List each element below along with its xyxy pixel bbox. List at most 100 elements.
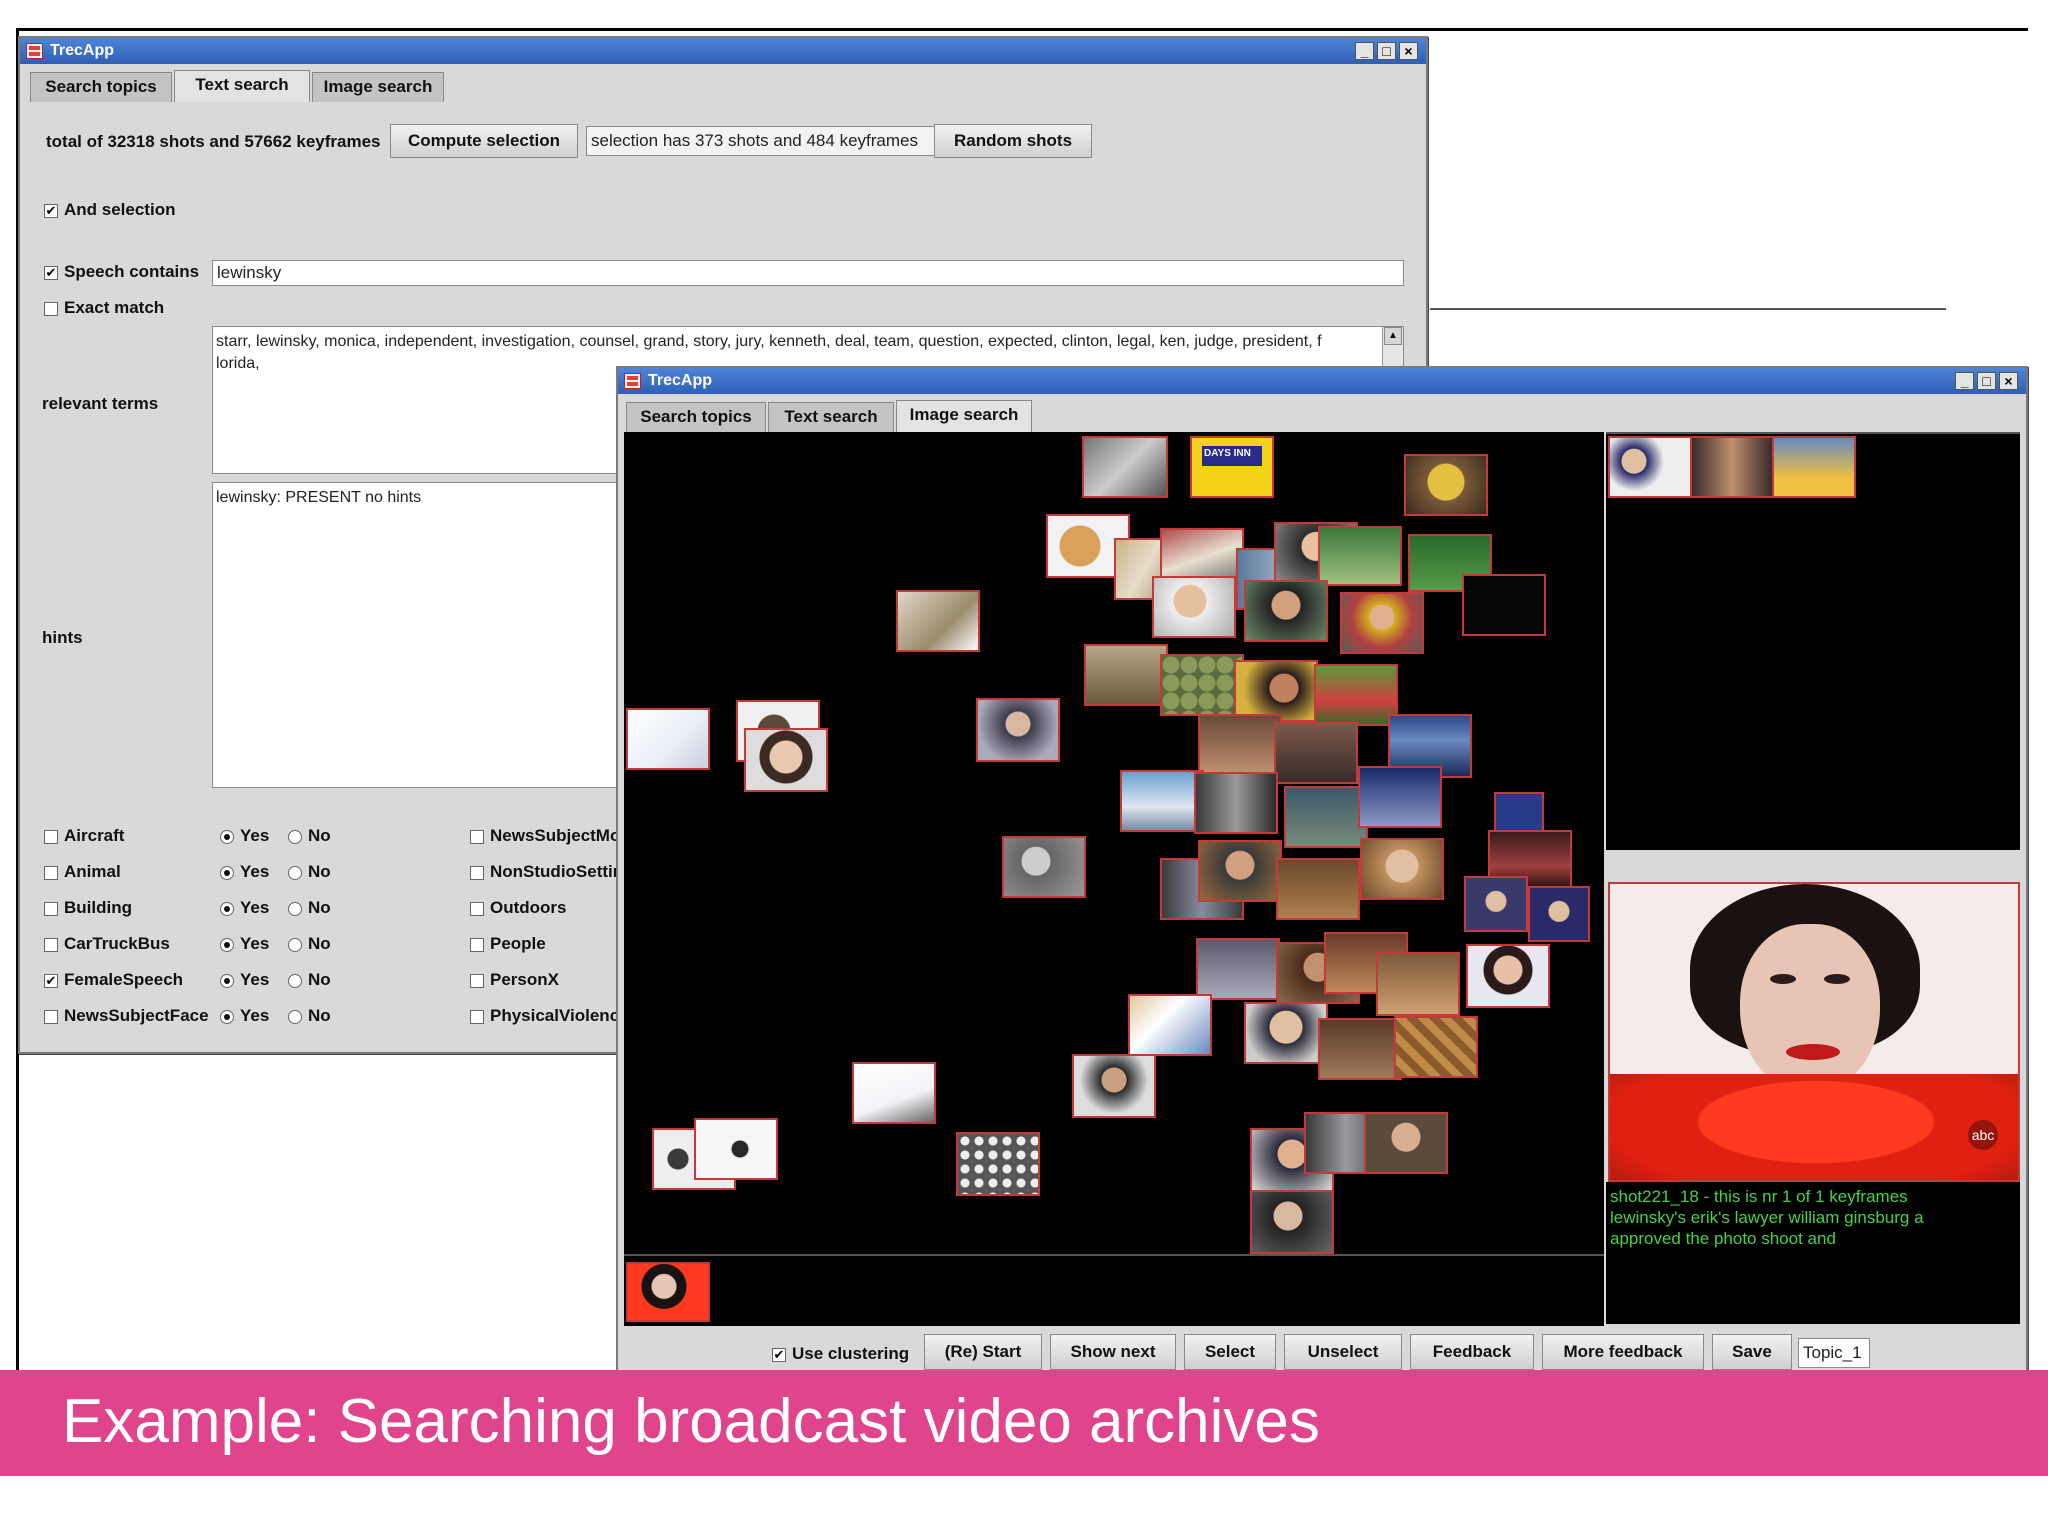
keyframe-thumbnail[interactable] <box>1462 574 1546 636</box>
keyframe-thumbnail[interactable] <box>1772 436 1856 498</box>
keyframe-thumbnail[interactable] <box>1244 580 1328 642</box>
keyframe-thumbnail[interactable] <box>1466 944 1550 1008</box>
show-next-button[interactable]: Show next <box>1050 1334 1176 1370</box>
feedback-button[interactable]: Feedback <box>1410 1334 1534 1370</box>
keyframe-thumbnail[interactable] <box>1318 526 1402 586</box>
keyframe-thumbnail[interactable] <box>1318 1018 1402 1080</box>
feature-checkbox-newssubjectface[interactable] <box>44 1010 58 1024</box>
keyframe-thumbnail[interactable] <box>1196 938 1280 1000</box>
compute-selection-button[interactable]: Compute selection <box>390 124 578 158</box>
close-icon[interactable]: × <box>1999 372 2018 390</box>
keyframe-thumbnail[interactable] <box>1084 644 1168 706</box>
tab-search-topics[interactable]: Search topics <box>626 402 766 432</box>
minimize-icon[interactable]: _ <box>1355 42 1374 60</box>
feature-checkbox-personx[interactable] <box>470 974 484 988</box>
close-icon[interactable]: × <box>1399 42 1418 60</box>
keyframe-thumbnail[interactable] <box>694 1118 778 1180</box>
feature-checkbox-building[interactable] <box>44 902 58 916</box>
restart-button[interactable]: (Re) Start <box>924 1334 1042 1370</box>
keyframe-thumbnail[interactable] <box>1284 786 1368 848</box>
keyframe-thumbnail[interactable] <box>1152 576 1236 638</box>
keyframe-thumbnail[interactable] <box>1002 836 1086 898</box>
feature-yes-radio[interactable] <box>220 1010 234 1024</box>
minimize-icon[interactable]: _ <box>1955 372 1974 390</box>
keyframe-thumbnail[interactable] <box>976 698 1060 762</box>
keyframe-thumbnail[interactable] <box>1160 654 1244 716</box>
keyframe-thumbnail[interactable] <box>1360 838 1444 900</box>
keyframe-thumbnail[interactable] <box>1274 722 1358 784</box>
keyframe-thumbnail[interactable] <box>852 1062 936 1124</box>
feature-no-radio[interactable] <box>288 830 302 844</box>
keyframe-thumbnail[interactable] <box>1358 766 1442 828</box>
feature-yes-radio[interactable] <box>220 902 234 916</box>
front-window-titlebar[interactable]: TrecApp _ □ × <box>618 368 2026 394</box>
feature-yes-radio[interactable] <box>220 866 234 880</box>
feature-checkbox-animal[interactable] <box>44 866 58 880</box>
keyframe-thumbnail[interactable] <box>1464 876 1528 932</box>
feature-no-radio[interactable] <box>288 902 302 916</box>
keyframe-thumbnail[interactable] <box>626 1262 710 1322</box>
keyframe-thumbnail[interactable] <box>1394 1016 1478 1078</box>
feature-checkbox-aircraft[interactable] <box>44 830 58 844</box>
keyframe-thumbnail[interactable] <box>1198 840 1282 902</box>
more-feedback-button[interactable]: More feedback <box>1542 1334 1704 1370</box>
feature-checkbox-physicalviolence[interactable] <box>470 1010 484 1024</box>
save-button[interactable]: Save <box>1712 1334 1792 1370</box>
feature-checkbox-cartruckbus[interactable] <box>44 938 58 952</box>
keyframe-thumbnail[interactable] <box>1340 592 1424 654</box>
keyframe-thumbnail[interactable] <box>1494 792 1544 834</box>
feature-checkbox-people[interactable] <box>470 938 484 952</box>
feature-checkbox-nonstudiosetting[interactable] <box>470 866 484 880</box>
feature-no-radio[interactable] <box>288 1010 302 1024</box>
keyframe-thumbnail[interactable] <box>1082 436 1168 498</box>
keyframe-thumbnail[interactable] <box>1364 1112 1448 1174</box>
keyframe-thumbnail[interactable] <box>1244 1002 1328 1064</box>
back-window-titlebar[interactable]: TrecApp _ □ × <box>20 38 1426 64</box>
keyframe-thumbnail[interactable] <box>1314 664 1398 726</box>
keyframe-thumbnail[interactable] <box>1194 772 1278 834</box>
maximize-icon[interactable]: □ <box>1977 372 1996 390</box>
feature-checkbox-newssubjectmonologue[interactable] <box>470 830 484 844</box>
feature-no-radio[interactable] <box>288 974 302 988</box>
keyframe-thumbnail[interactable] <box>1528 886 1590 942</box>
keyframe-thumbnail[interactable] <box>1198 714 1282 776</box>
select-button[interactable]: Select <box>1184 1334 1276 1370</box>
maximize-icon[interactable]: □ <box>1377 42 1396 60</box>
keyframe-thumbnail[interactable] <box>1608 436 1692 498</box>
keyframe-thumbnail[interactable] <box>1250 1190 1334 1254</box>
tab-image-search[interactable]: Image search <box>896 400 1032 432</box>
selection-strip[interactable] <box>624 1254 1604 1326</box>
feature-yes-radio[interactable] <box>220 830 234 844</box>
tab-image-search[interactable]: Image search <box>312 72 444 102</box>
cluster-canvas[interactable]: DAYS INN <box>624 432 1604 1254</box>
feature-yes-radio[interactable] <box>220 938 234 952</box>
feature-yes-radio[interactable] <box>220 974 234 988</box>
keyframe-thumbnail[interactable] <box>1376 952 1460 1016</box>
keyframe-thumbnail[interactable] <box>744 728 828 792</box>
use-clustering-checkbox[interactable]: ✔ <box>772 1348 786 1362</box>
keyframe-thumbnail[interactable] <box>1120 770 1204 832</box>
speech-contains-input[interactable] <box>212 260 1404 286</box>
unselect-button[interactable]: Unselect <box>1284 1334 1402 1370</box>
speech-contains-checkbox[interactable]: ✔ <box>44 266 58 280</box>
keyframe-thumbnail[interactable] <box>896 590 980 652</box>
exact-match-checkbox[interactable] <box>44 302 58 316</box>
keyframe-thumbnail[interactable] <box>1072 1054 1156 1118</box>
feature-checkbox-femalespeech[interactable]: ✔ <box>44 974 58 988</box>
random-shots-button[interactable]: Random shots <box>934 124 1092 158</box>
feature-no-radio[interactable] <box>288 938 302 952</box>
selected-thumbnails-panel[interactable] <box>1606 432 2020 850</box>
and-selection-checkbox[interactable]: ✔ <box>44 204 58 218</box>
keyframe-thumbnail[interactable] <box>956 1132 1040 1196</box>
feature-checkbox-outdoors[interactable] <box>470 902 484 916</box>
keyframe-thumbnail[interactable] <box>1128 994 1212 1056</box>
feature-no-radio[interactable] <box>288 866 302 880</box>
keyframe-thumbnail[interactable] <box>1404 454 1488 516</box>
tab-text-search[interactable]: Text search <box>174 70 310 102</box>
tab-text-search[interactable]: Text search <box>768 402 894 432</box>
keyframe-thumbnail[interactable] <box>626 708 710 770</box>
keyframe-thumbnail[interactable] <box>1276 858 1360 920</box>
keyframe-thumbnail[interactable] <box>1234 660 1318 722</box>
tab-search-topics[interactable]: Search topics <box>30 72 172 102</box>
topic-input[interactable] <box>1798 1338 1870 1368</box>
